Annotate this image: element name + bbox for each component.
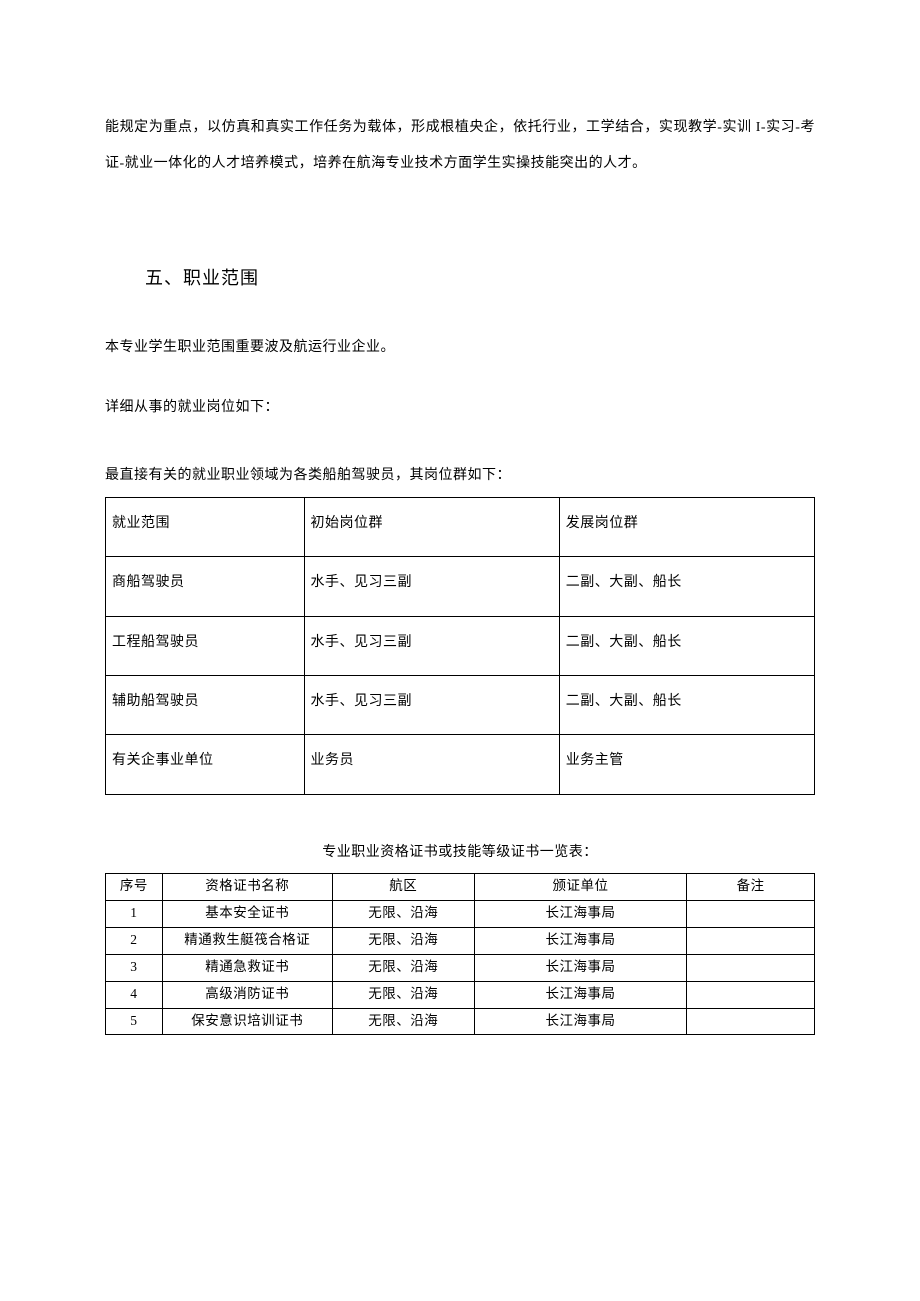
sub-paragraph-2: 详细从事的就业岗位如下： — [105, 390, 815, 426]
table-cell: 长江海事局 — [474, 981, 687, 1008]
table-cell: 工程船驾驶员 — [106, 616, 305, 675]
table-cell: 4 — [106, 981, 163, 1008]
table2-caption: 专业职业资格证书或技能等级证书一览表： — [105, 835, 815, 871]
table-cell: 长江海事局 — [474, 927, 687, 954]
table-cell: 辅助船驾驶员 — [106, 675, 305, 734]
table-row: 1 基本安全证书 无限、沿海 长江海事局 — [106, 900, 815, 927]
table-row: 就业范围 初始岗位群 发展岗位群 — [106, 497, 815, 556]
table-row: 有关企事业单位 业务员 业务主管 — [106, 735, 815, 794]
table-cell — [687, 1008, 815, 1035]
table-header-cell: 初始岗位群 — [304, 497, 559, 556]
table-cell: 长江海事局 — [474, 954, 687, 981]
table-row: 4 高级消防证书 无限、沿海 长江海事局 — [106, 981, 815, 1008]
table-cell: 精通急救证书 — [162, 954, 332, 981]
table-cell — [687, 927, 815, 954]
table-row: 工程船驾驶员 水手、见习三副 二副、大副、船长 — [106, 616, 815, 675]
table-cell: 基本安全证书 — [162, 900, 332, 927]
table-cell: 长江海事局 — [474, 900, 687, 927]
table-cell: 5 — [106, 1008, 163, 1035]
table-header-cell: 航区 — [332, 874, 474, 901]
table-row: 2 精通救生艇筏合格证 无限、沿海 长江海事局 — [106, 927, 815, 954]
table-cell: 保安意识培训证书 — [162, 1008, 332, 1035]
table-row: 辅助船驾驶员 水手、见习三副 二副、大副、船长 — [106, 675, 815, 734]
table-row: 5 保安意识培训证书 无限、沿海 长江海事局 — [106, 1008, 815, 1035]
table-cell: 商船驾驶员 — [106, 557, 305, 616]
table-row: 3 精通急救证书 无限、沿海 长江海事局 — [106, 954, 815, 981]
table-cell: 无限、沿海 — [332, 981, 474, 1008]
sub-paragraph-1: 本专业学生职业范围重要波及航运行业企业。 — [105, 330, 815, 366]
table-cell: 1 — [106, 900, 163, 927]
certificates-table: 序号 资格证书名称 航区 颁证单位 备注 1 基本安全证书 无限、沿海 长江海事… — [105, 873, 815, 1035]
table-header-cell: 颁证单位 — [474, 874, 687, 901]
table-cell: 二副、大副、船长 — [559, 675, 814, 734]
table-cell: 3 — [106, 954, 163, 981]
table-header-cell: 就业范围 — [106, 497, 305, 556]
table-cell: 二副、大副、船长 — [559, 616, 814, 675]
table-cell: 无限、沿海 — [332, 900, 474, 927]
table-cell: 2 — [106, 927, 163, 954]
table-row: 商船驾驶员 水手、见习三副 二副、大副、船长 — [106, 557, 815, 616]
table-cell: 有关企事业单位 — [106, 735, 305, 794]
table-cell: 无限、沿海 — [332, 1008, 474, 1035]
table-header-cell: 资格证书名称 — [162, 874, 332, 901]
table-cell: 业务主管 — [559, 735, 814, 794]
table-cell — [687, 900, 815, 927]
table-cell: 无限、沿海 — [332, 927, 474, 954]
table-header-cell: 备注 — [687, 874, 815, 901]
table-cell: 水手、见习三副 — [304, 675, 559, 734]
table-cell — [687, 954, 815, 981]
table-header-cell: 序号 — [106, 874, 163, 901]
table-cell: 长江海事局 — [474, 1008, 687, 1035]
section-title: 五、职业范围 — [145, 255, 815, 302]
table-cell: 业务员 — [304, 735, 559, 794]
job-positions-table: 就业范围 初始岗位群 发展岗位群 商船驾驶员 水手、见习三副 二副、大副、船长 … — [105, 497, 815, 795]
intro-paragraph: 能规定为重点，以仿真和真实工作任务为载体，形成根植央企，依托行业，工学结合，实现… — [105, 110, 815, 183]
table-cell: 二副、大副、船长 — [559, 557, 814, 616]
table-row: 序号 资格证书名称 航区 颁证单位 备注 — [106, 874, 815, 901]
table-cell — [687, 981, 815, 1008]
table-cell: 无限、沿海 — [332, 954, 474, 981]
table1-caption: 最直接有关的就业职业领域为各类船舶驾驶员，其岗位群如下： — [105, 458, 815, 494]
table-cell: 水手、见习三副 — [304, 616, 559, 675]
table-cell: 高级消防证书 — [162, 981, 332, 1008]
table-cell: 水手、见习三副 — [304, 557, 559, 616]
table-cell: 精通救生艇筏合格证 — [162, 927, 332, 954]
table-header-cell: 发展岗位群 — [559, 497, 814, 556]
